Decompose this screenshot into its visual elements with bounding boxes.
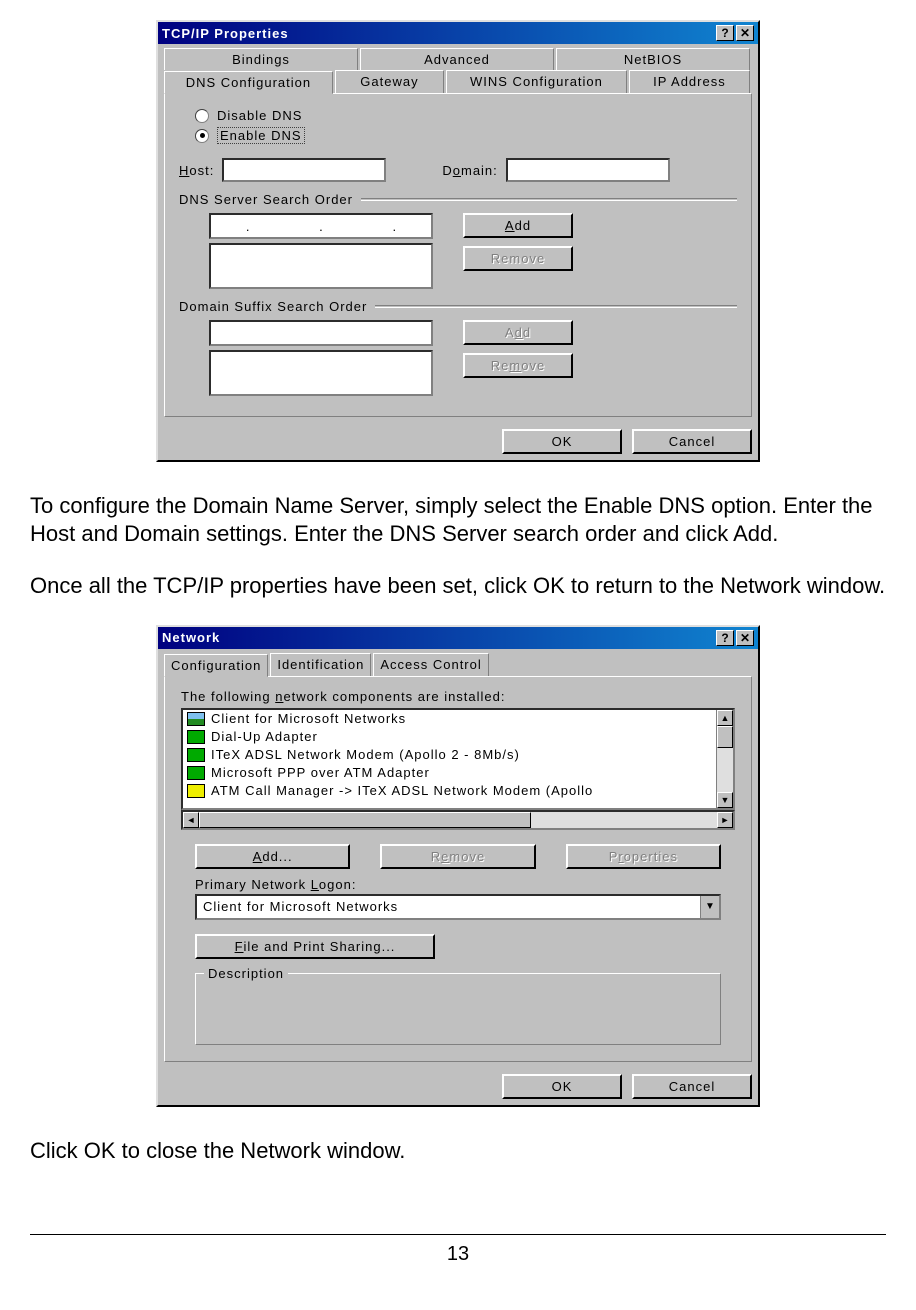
scroll-left-icon[interactable]: ◄ — [183, 812, 199, 828]
properties-button[interactable]: Properties — [566, 844, 721, 869]
host-label: Host: — [179, 163, 214, 178]
logon-dropdown[interactable]: Client for Microsoft Networks ▼ — [195, 894, 721, 920]
dns-server-group: DNS Server Search Order ... Add Remove — [179, 192, 737, 289]
logon-label: Primary Network Logon: — [195, 877, 721, 892]
components-list[interactable]: Client for Microsoft Networks Dial-Up Ad… — [181, 708, 735, 810]
vertical-scrollbar[interactable]: ▲ ▼ — [716, 710, 733, 808]
page-footer: 13 — [30, 1234, 886, 1266]
tab-identification[interactable]: Identification — [270, 653, 371, 676]
scroll-thumb[interactable] — [199, 812, 531, 828]
suffix-add-button[interactable]: Add — [463, 320, 573, 345]
dialog-buttons: OK Cancel — [158, 423, 758, 460]
tab-ip-address[interactable]: IP Address — [629, 70, 750, 93]
help-button[interactable]: ? — [716, 25, 734, 41]
adapter-icon — [187, 766, 205, 780]
cancel-button[interactable]: Cancel — [632, 1074, 752, 1099]
file-print-sharing-button[interactable]: File and Print Sharing... — [195, 934, 435, 959]
dns-add-button[interactable]: Add — [463, 213, 573, 238]
tab-gateway[interactable]: Gateway — [335, 70, 444, 93]
list-item[interactable]: Microsoft PPP over ATM Adapter — [183, 764, 716, 782]
dns-remove-button[interactable]: Remove — [463, 246, 573, 271]
titlebar: TCP/IP Properties ? ✕ — [158, 22, 758, 44]
titlebar: Network ? ✕ — [158, 627, 758, 649]
group-title: DNS Server Search Order — [179, 192, 737, 207]
horizontal-scrollbar[interactable]: ◄ ► — [181, 810, 735, 830]
scroll-thumb[interactable] — [717, 726, 733, 748]
add-button[interactable]: Add... — [195, 844, 350, 869]
scroll-track[interactable] — [531, 812, 717, 828]
dns-list[interactable] — [209, 243, 433, 289]
radio-disable-dns[interactable]: Disable DNS — [195, 108, 741, 123]
paragraph-1: To configure the Domain Name Server, sim… — [30, 492, 886, 547]
components-heading: The following network components are ins… — [181, 689, 735, 704]
adapter-icon — [187, 730, 205, 744]
paragraph-2: Once all the TCP/IP properties have been… — [30, 572, 886, 600]
list-item[interactable]: ITeX ADSL Network Modem (Apollo 2 - 8Mb/… — [183, 746, 716, 764]
suffix-remove-button[interactable]: Remove — [463, 353, 573, 378]
tab-advanced[interactable]: Advanced — [360, 48, 554, 70]
remove-button[interactable]: Remove — [380, 844, 535, 869]
list-item[interactable]: ATM Call Manager -> ITeX ADSL Network Mo… — [183, 782, 716, 800]
network-dialog: Network ? ✕ Configuration Identification… — [156, 625, 760, 1107]
domain-label: Domain: — [442, 163, 497, 178]
description-label: Description — [204, 966, 288, 981]
radio-icon — [195, 129, 209, 143]
ok-button[interactable]: OK — [502, 429, 622, 454]
dialog-buttons: OK Cancel — [158, 1068, 758, 1105]
scroll-down-icon[interactable]: ▼ — [717, 792, 733, 808]
paragraph-3: Click OK to close the Network window. — [30, 1137, 886, 1165]
adapter-icon — [187, 748, 205, 762]
tabs-row2: DNS Configuration Gateway WINS Configura… — [158, 70, 758, 93]
group-title: Domain Suffix Search Order — [179, 299, 737, 314]
tab-netbios[interactable]: NetBIOS — [556, 48, 750, 70]
tcpip-properties-dialog: TCP/IP Properties ? ✕ Bindings Advanced … — [156, 20, 760, 462]
separator — [361, 198, 737, 201]
description-group: Description — [195, 973, 721, 1045]
help-button[interactable]: ? — [716, 630, 734, 646]
scroll-track[interactable] — [717, 748, 733, 792]
tab-configuration[interactable]: Configuration — [164, 654, 268, 677]
button-row: Add... Remove Properties — [195, 844, 721, 869]
tab-dns-config[interactable]: DNS Configuration — [164, 71, 333, 94]
radio-icon — [195, 109, 209, 123]
window-title: Network — [162, 630, 714, 645]
close-button[interactable]: ✕ — [736, 630, 754, 646]
tabs-row: Configuration Identification Access Cont… — [158, 649, 758, 676]
scroll-up-icon[interactable]: ▲ — [717, 710, 733, 726]
window-title: TCP/IP Properties — [162, 26, 714, 41]
client-icon — [187, 712, 205, 726]
tab-wins-config[interactable]: WINS Configuration — [446, 70, 627, 93]
tab-bindings[interactable]: Bindings — [164, 48, 358, 70]
protocol-icon — [187, 784, 205, 798]
list-item[interactable]: Dial-Up Adapter — [183, 728, 716, 746]
tab-access-control[interactable]: Access Control — [373, 653, 488, 676]
list-item[interactable]: Client for Microsoft Networks — [183, 710, 716, 728]
page-number: 13 — [447, 1243, 469, 1265]
cancel-button[interactable]: Cancel — [632, 429, 752, 454]
tabs-row1: Bindings Advanced NetBIOS — [158, 44, 758, 70]
domain-suffix-group: Domain Suffix Search Order Add Remove — [179, 299, 737, 396]
host-input[interactable] — [222, 158, 386, 182]
tab-body: Disable DNS Enable DNS Host: Domain: DNS… — [164, 93, 752, 417]
scroll-right-icon[interactable]: ► — [717, 812, 733, 828]
suffix-input[interactable] — [209, 320, 433, 346]
dns-ip-input[interactable]: ... — [209, 213, 433, 239]
domain-input[interactable] — [506, 158, 670, 182]
suffix-list[interactable] — [209, 350, 433, 396]
ok-button[interactable]: OK — [502, 1074, 622, 1099]
close-button[interactable]: ✕ — [736, 25, 754, 41]
separator — [375, 305, 737, 308]
tab-body: The following network components are ins… — [164, 676, 752, 1062]
chevron-down-icon[interactable]: ▼ — [700, 896, 719, 918]
host-domain-row: Host: Domain: — [179, 158, 737, 182]
radio-enable-dns[interactable]: Enable DNS — [195, 127, 741, 144]
